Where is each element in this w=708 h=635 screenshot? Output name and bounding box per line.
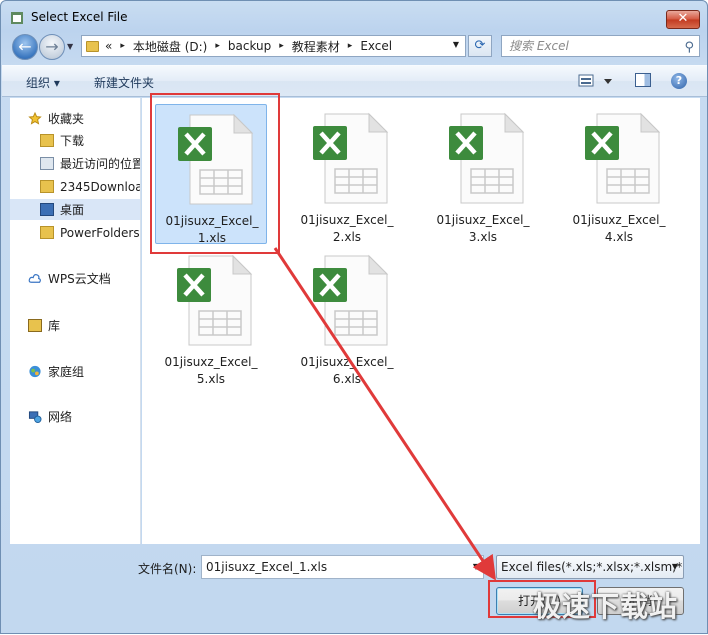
file-item[interactable]: 01jisuxz_Excel_5.xls [155,246,267,386]
nav-label: 最近访问的位置 [60,157,141,171]
file-name: 01jisuxz_Excel_5.xls [164,355,258,386]
new-folder-button[interactable]: 新建文件夹 [94,74,154,91]
close-button[interactable]: ✕ [666,10,700,29]
back-arrow-icon: ← [18,37,32,56]
nav-label: PowerFolders [60,225,140,240]
organize-button[interactable]: 组织 ▾ [26,74,60,91]
close-icon: ✕ [677,11,689,26]
excel-file-icon [313,254,389,346]
filename-input[interactable]: 01jisuxz_Excel_1.xls ▼ [201,555,484,579]
preview-pane-icon[interactable] [635,73,651,87]
search-icon: ⚲ [684,40,694,55]
excel-file-icon [585,112,661,204]
homegroup-icon [29,365,41,378]
nav-2345downloads[interactable]: 2345Downloads [10,176,140,197]
file-item[interactable]: 01jisuxz_Excel_1.xls [155,104,267,245]
file-dialog-window: Select Excel File ✕ ← → ▼ « ▸ 本地磁盘 (D:) … [0,0,708,634]
excel-file-icon [313,112,389,204]
breadcrumb-separator[interactable]: ▸ [348,41,353,51]
nav-label: 家庭组 [48,365,85,379]
watermark-text: 极速下载站 [533,590,679,623]
nav-homegroup[interactable]: 家庭组 [10,361,140,382]
network-icon [28,411,42,423]
back-button[interactable]: ← [12,34,38,60]
nav-label: 库 [48,319,61,333]
library-icon [28,319,42,332]
file-item[interactable]: 01jisuxz_Excel_6.xls [291,246,403,386]
file-name: 01jisuxz_Excel_6.xls [300,355,394,386]
cloud-icon [28,274,41,283]
title-bar: Select Excel File ✕ [1,1,707,33]
address-bar[interactable]: « ▸ 本地磁盘 (D:) ▸ backup ▸ 教程素材 ▸ Excel ▼ [81,35,466,57]
filename-value: 01jisuxz_Excel_1.xls [206,560,328,574]
filename-dropdown-icon[interactable]: ▼ [473,556,479,578]
search-input[interactable]: 搜索 Excel ⚲ [501,35,700,57]
address-dropdown-icon[interactable]: ▼ [453,40,459,49]
file-item[interactable]: 01jisuxz_Excel_2.xls [291,104,403,244]
nav-powerfolders[interactable]: PowerFolders [10,222,140,243]
nav-network[interactable]: 网络 [10,406,140,427]
nav-label: 2345Downloads [60,179,140,194]
help-icon[interactable]: ? [671,73,687,89]
file-name: 01jisuxz_Excel_1.xls [165,214,259,245]
change-view-icon[interactable] [578,73,618,89]
nav-downloads[interactable]: 下载 [10,130,140,151]
desktop-icon [40,203,54,216]
file-list-pane: 01jisuxz_Excel_1.xls 01jisuxz_Excel_2.xls… [142,98,700,544]
file-type-select[interactable]: Excel files(*.xls;*.xlsx;*.xlsm;*. ▼ [496,555,684,579]
downloads-folder-icon [40,134,54,147]
search-placeholder: 搜索 Excel [509,39,569,53]
refresh-icon: ⟳ [474,38,486,53]
nav-label: 桌面 [60,203,85,217]
excel-file-icon [178,113,254,205]
file-name: 01jisuxz_Excel_4.xls [572,213,666,244]
nav-libraries[interactable]: 库 [10,315,140,336]
nav-recent[interactable]: 最近访问的位置 [10,153,141,174]
folder-icon [40,226,54,239]
forward-arrow-icon: → [45,37,59,56]
breadcrumb-materials[interactable]: 教程素材 [292,38,340,55]
star-icon [28,112,42,125]
file-type-value: Excel files(*.xls;*.xlsx;*.xlsm;*. [501,560,684,574]
toolbar: 组织 ▾ 新建文件夹 ? [2,65,707,97]
excel-file-icon [449,112,525,204]
excel-file-icon [177,254,253,346]
file-name: 01jisuxz_Excel_2.xls [300,213,394,244]
breadcrumb-backup[interactable]: backup [228,39,271,53]
nav-label: 网络 [48,410,73,424]
nav-favorites[interactable]: 收藏夹 [10,108,140,129]
folder-icon [86,40,99,52]
file-name: 01jisuxz_Excel_3.xls [436,213,530,244]
breadcrumb-drive[interactable]: 本地磁盘 (D:) [133,38,207,55]
nav-wps-cloud[interactable]: WPS云文档 [10,268,140,289]
file-item[interactable]: 01jisuxz_Excel_3.xls [427,104,539,244]
forward-button[interactable]: → [39,34,65,60]
breadcrumb-overflow[interactable]: « [105,39,112,53]
nav-label: WPS云文档 [48,272,111,286]
breadcrumb-excel[interactable]: Excel [360,39,392,53]
recent-places-icon [40,157,54,170]
refresh-button[interactable]: ⟳ [468,35,492,57]
nav-label: 收藏夹 [48,112,85,126]
breadcrumb-separator[interactable]: ▸ [120,41,125,51]
nav-desktop[interactable]: 桌面 [10,199,140,220]
recent-locations-dropdown[interactable]: ▼ [67,42,73,51]
filename-label: 文件名(N): [138,562,197,576]
nav-label: 下载 [60,134,85,148]
folder-icon [40,180,54,193]
breadcrumb-separator[interactable]: ▸ [279,41,284,51]
file-item[interactable]: 01jisuxz_Excel_4.xls [563,104,675,244]
navigation-pane: 收藏夹 下载 最近访问的位置 2345Downloads 桌面 PowerFol… [10,98,141,544]
window-title: Select Excel File [31,10,128,24]
breadcrumb-separator[interactable]: ▸ [215,41,220,51]
file-type-dropdown-icon[interactable]: ▼ [672,556,678,578]
app-icon [11,12,23,24]
